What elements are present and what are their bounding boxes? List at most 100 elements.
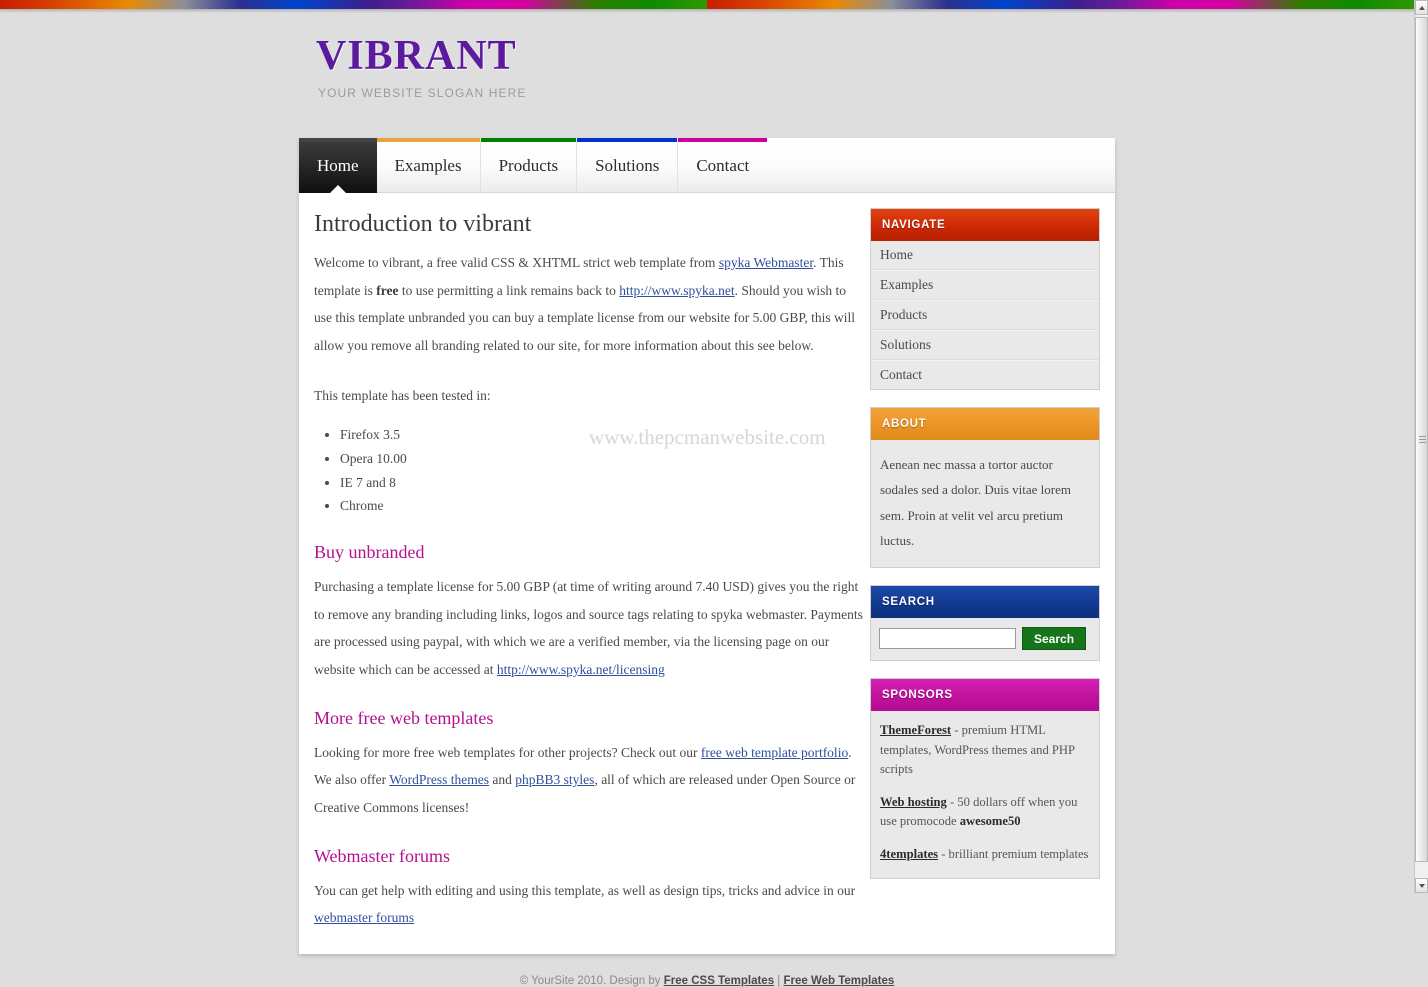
list-item[interactable]: Solutions [871, 330, 1099, 360]
list-item[interactable]: Home [871, 241, 1099, 270]
nav-accent-bar [480, 138, 577, 142]
sponsors-heading: SPONSORS [871, 679, 1099, 712]
sidebar-nav-list: Home Examples Products Solutions Contact [871, 241, 1099, 389]
nav-accent-bar [376, 138, 480, 142]
list-item: Firefox 3.5 [340, 423, 865, 447]
scroll-down-button[interactable] [1415, 878, 1428, 893]
sidebar-box-navigate: NAVIGATE Home Examples Products Solution… [870, 208, 1100, 390]
sponsors-body: ThemeForest - premium HTML templates, Wo… [871, 711, 1099, 878]
link-spyka-webmaster[interactable]: spyka Webmaster [719, 255, 813, 270]
link-template-portfolio[interactable]: free web template portfolio [701, 745, 848, 760]
scroll-up-button[interactable] [1415, 0, 1428, 15]
buy-unbranded-paragraph: Purchasing a template license for 5.00 G… [314, 573, 865, 684]
page-wrapper: VIBRANT YOUR WEBSITE SLOGAN HERE Home Ex… [0, 13, 1414, 987]
link-4templates[interactable]: 4templates [880, 847, 938, 861]
section-title-buy-unbranded: Buy unbranded [314, 541, 425, 562]
main-content: Introduction to vibrant Welcome to vibra… [299, 193, 865, 936]
sidebar-box-search: SEARCH Search [870, 585, 1100, 662]
nav-item-examples[interactable]: Examples [376, 138, 481, 193]
templates-text-1: Looking for more free web templates for … [314, 744, 701, 760]
section-title-webmaster-forums: Webmaster forums [314, 845, 451, 866]
page-scrollbar[interactable] [1414, 0, 1428, 893]
sidebar-item-solutions[interactable]: Solutions [871, 331, 1099, 359]
sidebar-item-products[interactable]: Products [871, 301, 1099, 329]
grip-icon [1419, 435, 1426, 444]
content-columns: Introduction to vibrant Welcome to vibra… [299, 193, 1115, 954]
nav-accent-bar [577, 138, 678, 142]
footer-copyright: © YourSite 2010. Design by [519, 974, 664, 987]
search-body: Search [871, 618, 1099, 660]
about-heading: ABOUT [871, 408, 1099, 440]
active-tab-notch-icon [329, 185, 346, 193]
about-body: Aenean nec massa a tortor auctor sodales… [871, 440, 1099, 567]
sidebar-item-contact[interactable]: Contact [871, 361, 1099, 389]
intro-bold-free: free [376, 282, 399, 298]
link-free-web-templates[interactable]: Free Web Templates [783, 975, 894, 987]
footer-separator: | [774, 974, 784, 987]
nav-label: Solutions [595, 155, 660, 175]
link-webmaster-forums[interactable]: webmaster forums [314, 910, 414, 925]
sponsor-entry: 4templates - brilliant premium templates [880, 845, 1090, 865]
sponsor-text: - brilliant premium templates [938, 846, 1089, 861]
sidebar-item-examples[interactable]: Examples [871, 271, 1099, 299]
list-item[interactable]: Examples [871, 270, 1099, 300]
list-item: Opera 10.00 [340, 447, 865, 471]
about-text: Aenean nec massa a tortor auctor sodales… [880, 457, 1071, 549]
scrollbar-thumb[interactable] [1415, 17, 1428, 862]
link-themeforest[interactable]: ThemeForest [880, 723, 951, 737]
intro-paragraph: Welcome to vibrant, a free valid CSS & X… [314, 249, 865, 360]
nav-label: Products [498, 155, 559, 175]
nav-item-solutions[interactable]: Solutions [577, 138, 679, 193]
chevron-down-icon [1419, 884, 1425, 888]
intro-text-3: to use permitting a link remains back to [398, 282, 620, 298]
navigate-heading: NAVIGATE [871, 209, 1099, 241]
nav-label: Home [317, 155, 359, 175]
link-free-css-templates[interactable]: Free CSS Templates [664, 975, 774, 987]
site-footer: © YourSite 2010. Design by Free CSS Temp… [299, 954, 1115, 987]
site-logo: VIBRANT [316, 33, 517, 79]
nav-item-products[interactable]: Products [480, 138, 578, 193]
tested-browser-list: Firefox 3.5 Opera 10.00 IE 7 and 8 Chrom… [314, 423, 865, 518]
link-web-hosting[interactable]: Web hosting [880, 795, 947, 809]
intro-text-1: Welcome to vibrant, a free valid CSS & X… [314, 255, 719, 270]
sidebar: NAVIGATE Home Examples Products Solution… [865, 193, 1115, 936]
nav-accent-bar [678, 138, 768, 142]
sidebar-box-sponsors: SPONSORS ThemeForest - premium HTML temp… [870, 678, 1100, 880]
sidebar-box-about: ABOUT Aenean nec massa a tortor auctor s… [870, 407, 1100, 569]
sponsor-entry: ThemeForest - premium HTML templates, Wo… [880, 721, 1090, 780]
main-navigation: Home Examples Products Solutions Contact [299, 138, 1115, 193]
list-item: Chrome [340, 494, 865, 518]
templates-text-3: and [489, 772, 516, 788]
search-heading: SEARCH [871, 586, 1099, 619]
search-button[interactable]: Search [1022, 627, 1087, 651]
list-item[interactable]: Contact [871, 360, 1099, 389]
decorative-rainbow-bar [0, 0, 1414, 9]
search-input[interactable] [879, 628, 1016, 650]
list-item: IE 7 and 8 [340, 471, 865, 495]
sponsor-promocode: awesome50 [959, 814, 1021, 829]
sponsor-entry: Web hosting - 50 dollars off when you us… [880, 793, 1090, 832]
navigate-body: Home Examples Products Solutions Contact [871, 241, 1099, 389]
page-title: Introduction to vibrant [314, 211, 532, 237]
list-item[interactable]: Products [871, 300, 1099, 330]
forums-paragraph: You can get help with editing and using … [314, 877, 865, 932]
nav-accent-bar [299, 138, 377, 142]
sidebar-item-home[interactable]: Home [871, 241, 1099, 269]
link-wordpress-themes[interactable]: WordPress themes [389, 772, 489, 787]
nav-label: Examples [394, 155, 462, 175]
search-row: Search [871, 618, 1099, 660]
link-spyka-net[interactable]: http://www.spyka.net [619, 283, 734, 298]
forums-text: You can get help with editing and using … [314, 882, 856, 898]
site-header: VIBRANT YOUR WEBSITE SLOGAN HERE [299, 13, 1115, 138]
link-phpbb3-styles[interactable]: phpBB3 styles [515, 772, 594, 787]
chevron-up-icon [1419, 6, 1425, 10]
more-templates-paragraph: Looking for more free web templates for … [314, 739, 865, 822]
section-title-more-templates: More free web templates [314, 707, 494, 728]
tested-intro: This template has been tested in: [314, 387, 491, 403]
nav-item-home[interactable]: Home [299, 138, 377, 193]
nav-item-contact[interactable]: Contact [678, 138, 768, 193]
main-shell: Home Examples Products Solutions Contact [299, 138, 1115, 954]
nav-label: Contact [696, 155, 750, 175]
site-slogan: YOUR WEBSITE SLOGAN HERE [318, 86, 527, 100]
link-licensing[interactable]: http://www.spyka.net/licensing [497, 662, 665, 677]
